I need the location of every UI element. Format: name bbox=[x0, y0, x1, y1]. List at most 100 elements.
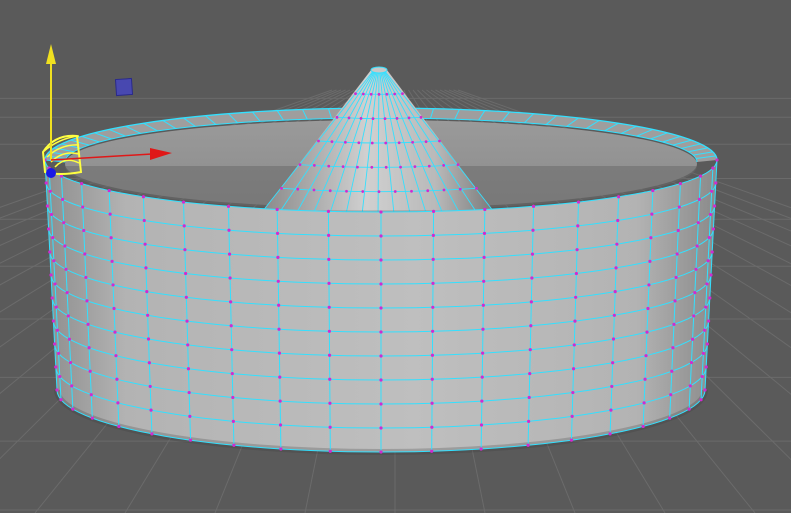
z-axis-handle[interactable] bbox=[46, 168, 56, 178]
cylinder-vertex bbox=[276, 279, 280, 283]
cone-vertex bbox=[327, 164, 331, 168]
cylinder-vertex bbox=[379, 402, 383, 406]
cylinder-vertex bbox=[481, 351, 485, 355]
cylinder-vertex bbox=[615, 242, 619, 246]
cylinder-vertex bbox=[530, 276, 534, 280]
cylinder-vertex bbox=[676, 228, 680, 233]
cylinder-vertex bbox=[647, 283, 651, 287]
scene-canvas[interactable] bbox=[0, 0, 791, 513]
cone-vertex bbox=[383, 117, 387, 121]
cylinder-vertex bbox=[108, 212, 112, 216]
cylinder-vertex bbox=[696, 221, 700, 225]
cylinder-vertex bbox=[229, 300, 233, 304]
cone-vertex bbox=[407, 116, 411, 120]
cylinder-vertex bbox=[641, 424, 645, 429]
cylinder-vertex bbox=[276, 255, 280, 259]
cylinder-vertex bbox=[278, 399, 282, 403]
cone-vertex bbox=[399, 165, 402, 169]
cylinder-vertex bbox=[62, 221, 66, 225]
cone-vertex bbox=[456, 163, 460, 167]
cylinder-vertex bbox=[57, 351, 61, 355]
cylinder-vertex bbox=[643, 377, 647, 381]
cylinder-vertex bbox=[49, 212, 54, 217]
cylinder-vertex bbox=[694, 267, 698, 271]
cylinder-vertex bbox=[708, 212, 713, 217]
cylinder-vertex bbox=[704, 305, 708, 309]
cylinder-vertex bbox=[327, 329, 331, 333]
cylinder-vertex bbox=[480, 375, 484, 379]
cylinder-vertex bbox=[231, 395, 235, 400]
cylinder-vertex bbox=[70, 384, 74, 388]
cylinder-vertex bbox=[145, 289, 149, 294]
cone-vertex bbox=[424, 140, 428, 144]
cylinder-vertex bbox=[188, 414, 192, 418]
cylinder-vertex bbox=[328, 425, 332, 429]
cylinder-vertex bbox=[609, 408, 613, 412]
cone-vertex bbox=[401, 92, 404, 96]
cylinder-vertex bbox=[48, 189, 52, 193]
cylinder-vertex bbox=[327, 281, 331, 285]
cylinder-vertex bbox=[430, 449, 434, 453]
cylinder-vertex bbox=[690, 337, 695, 341]
cone-vertex bbox=[369, 92, 373, 96]
cylinder-vertex bbox=[528, 371, 532, 376]
cylinder-vertex bbox=[82, 228, 86, 233]
cylinder-vertex bbox=[673, 299, 677, 303]
cylinder-vertex bbox=[185, 319, 189, 323]
cylinder-vertex bbox=[431, 305, 435, 309]
cylinder-vertex bbox=[697, 197, 702, 201]
cylinder-vertex bbox=[613, 289, 617, 294]
cylinder-vertex bbox=[430, 425, 434, 429]
cylinder-vertex bbox=[142, 218, 146, 223]
cylinder-vertex bbox=[575, 248, 579, 252]
cylinder-vertex bbox=[714, 181, 718, 185]
cylinder-vertex bbox=[527, 395, 531, 400]
cylinder-vertex bbox=[710, 189, 714, 193]
cylinder-vertex bbox=[55, 328, 60, 332]
cylinder-vertex bbox=[698, 174, 703, 178]
cylinder-vertex bbox=[181, 200, 186, 204]
cylinder-vertex bbox=[148, 384, 152, 389]
cylinder-vertex bbox=[379, 210, 383, 214]
cylinder-vertex bbox=[482, 231, 487, 236]
cylinder-vertex bbox=[327, 257, 331, 261]
cylinder-vertex bbox=[183, 248, 187, 252]
cylinder-vertex bbox=[571, 367, 576, 371]
cylinder-vertex bbox=[278, 423, 283, 427]
cylinder-vertex bbox=[572, 343, 576, 347]
cylinder-vertex bbox=[186, 343, 190, 347]
cylinder-vertex bbox=[107, 188, 111, 193]
cylinder-vertex bbox=[53, 282, 57, 286]
cylinder-vertex bbox=[379, 450, 383, 454]
cylinder-vertex bbox=[147, 361, 151, 365]
cylinder-vertex bbox=[47, 227, 51, 231]
cylinder-vertex bbox=[59, 398, 63, 402]
cylinder-vertex bbox=[87, 346, 91, 350]
cone-vertex bbox=[280, 186, 283, 190]
cylinder-vertex bbox=[430, 353, 435, 357]
cylinder-vertex bbox=[68, 360, 73, 365]
cylinder-vertex bbox=[670, 369, 674, 373]
cylinder-vertex bbox=[688, 384, 692, 388]
cylinder-vertex bbox=[44, 181, 48, 185]
cylinder-vertex bbox=[531, 204, 536, 208]
cone-vertex bbox=[419, 115, 423, 119]
cone-vertex bbox=[356, 165, 359, 169]
cylinder-vertex bbox=[112, 306, 116, 311]
3d-viewport[interactable] bbox=[0, 0, 791, 513]
cylinder-vertex bbox=[482, 255, 486, 259]
cylinder-vertex bbox=[379, 330, 383, 334]
cylinder-vertex bbox=[187, 390, 191, 395]
cone-vertex bbox=[426, 189, 430, 193]
cylinder-vertex bbox=[277, 351, 281, 355]
cylinder-vertex bbox=[644, 354, 648, 358]
cone-vertex bbox=[312, 164, 316, 167]
cone-vertex bbox=[335, 115, 339, 119]
cylinder-vertex bbox=[182, 224, 186, 228]
cylinder-vertex bbox=[85, 299, 89, 303]
cylinder-vertex bbox=[642, 401, 646, 405]
cylinder-vertex bbox=[526, 443, 530, 447]
z-axis-plane-handle[interactable] bbox=[114, 77, 134, 97]
cylinder-vertex bbox=[678, 182, 682, 186]
cylinder-vertex bbox=[379, 258, 383, 262]
